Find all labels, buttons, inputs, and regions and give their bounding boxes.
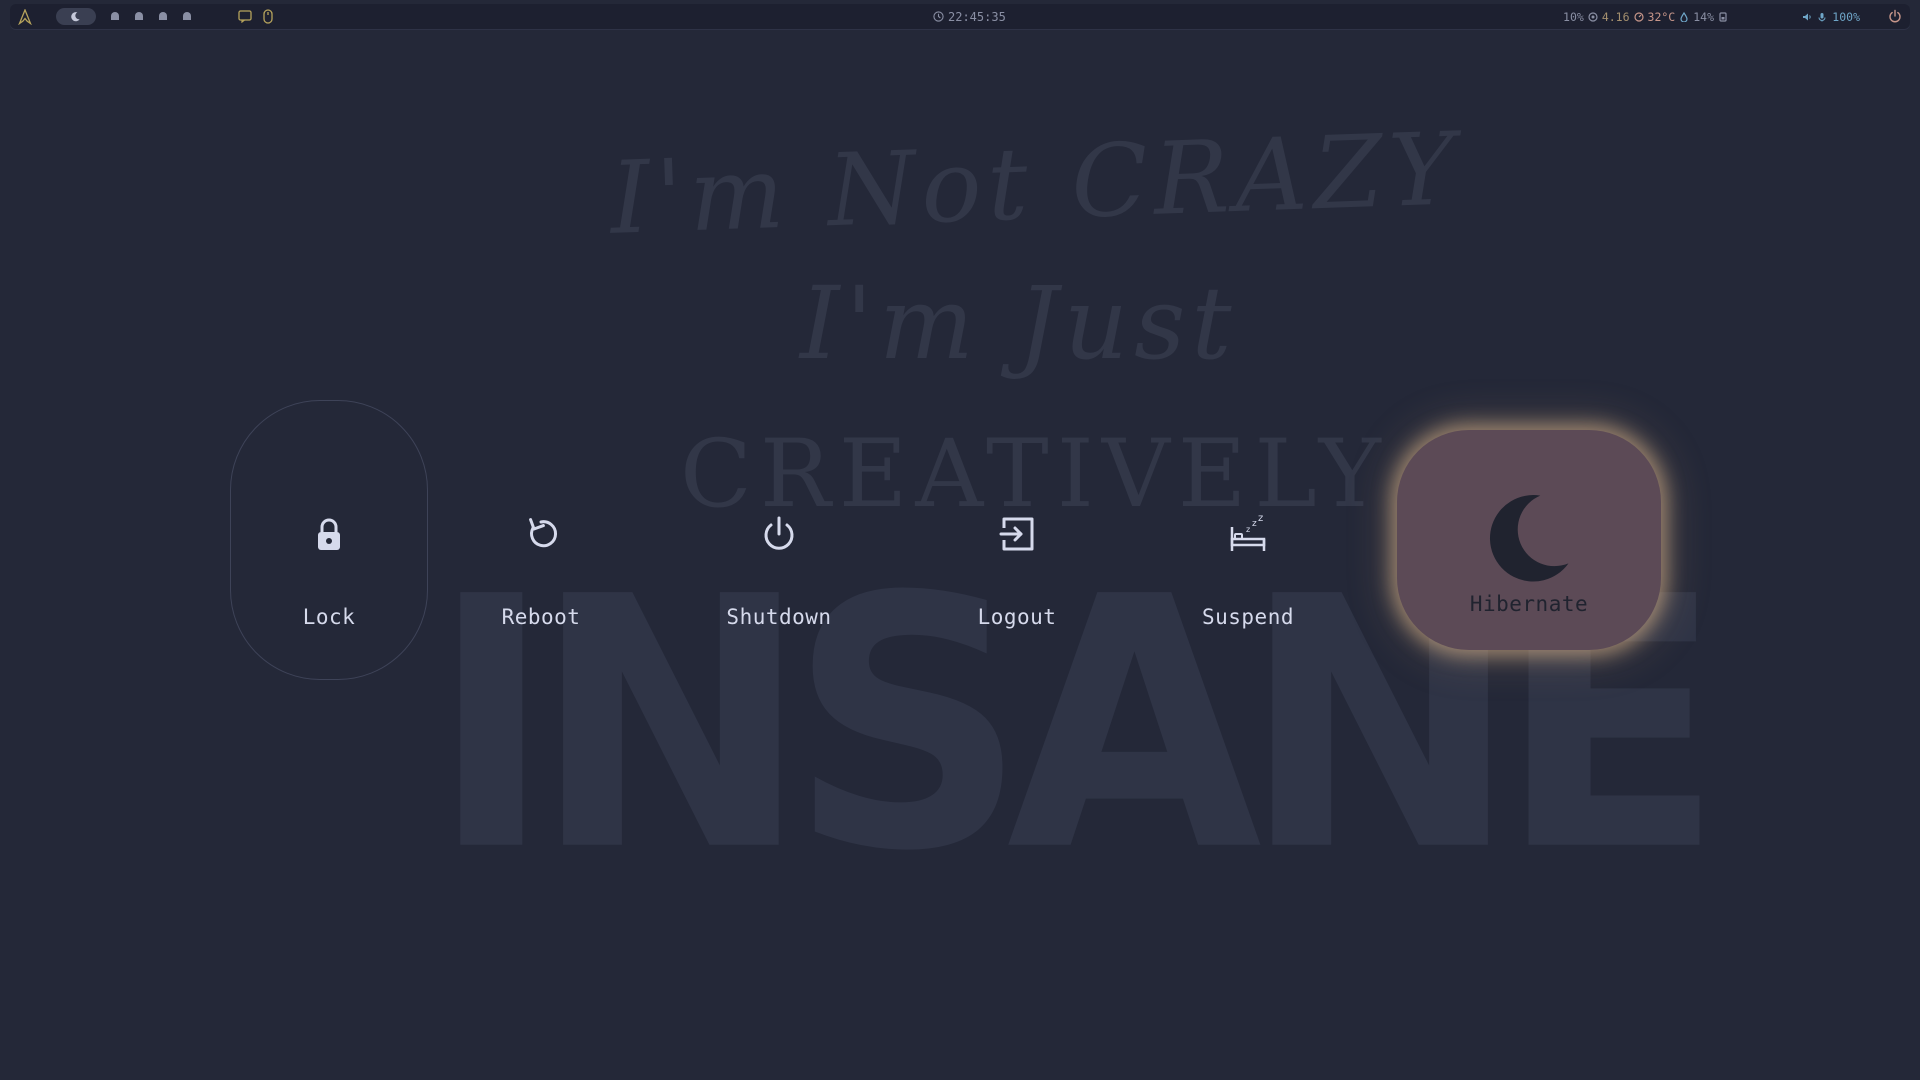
lock-label: Lock [302, 605, 356, 629]
shutdown-label: Shutdown [726, 605, 832, 629]
power-icon [764, 516, 794, 550]
svg-text:z: z [1252, 519, 1257, 529]
suspend-button[interactable]: z z z Suspend [1188, 515, 1308, 629]
suspend-label: Suspend [1201, 605, 1294, 629]
hibernate-button[interactable]: Hibernate [1397, 430, 1661, 650]
power-menu-screen: I'm Not CRAZY I'm Just CREATIVELY INSANE [0, 0, 1920, 1080]
power-menu: Lock Reboot Shutdown Logout z z z Suspen… [0, 0, 1920, 1080]
svg-text:z: z [1258, 515, 1263, 524]
bed-sleep-icon: z z z [1230, 515, 1266, 551]
moon-icon [1489, 495, 1569, 582]
logout-button[interactable]: Logout [957, 515, 1077, 629]
reboot-label: Reboot [501, 605, 581, 629]
lock-icon [318, 518, 340, 550]
reboot-icon [529, 518, 557, 548]
hibernate-label: Hibernate [1469, 592, 1589, 616]
lock-action[interactable]: Lock [279, 515, 379, 629]
shutdown-button[interactable]: Shutdown [709, 515, 849, 629]
svg-text:z: z [1246, 525, 1250, 534]
logout-icon [999, 517, 1034, 551]
reboot-button[interactable]: Reboot [481, 515, 601, 629]
logout-label: Logout [977, 605, 1057, 629]
